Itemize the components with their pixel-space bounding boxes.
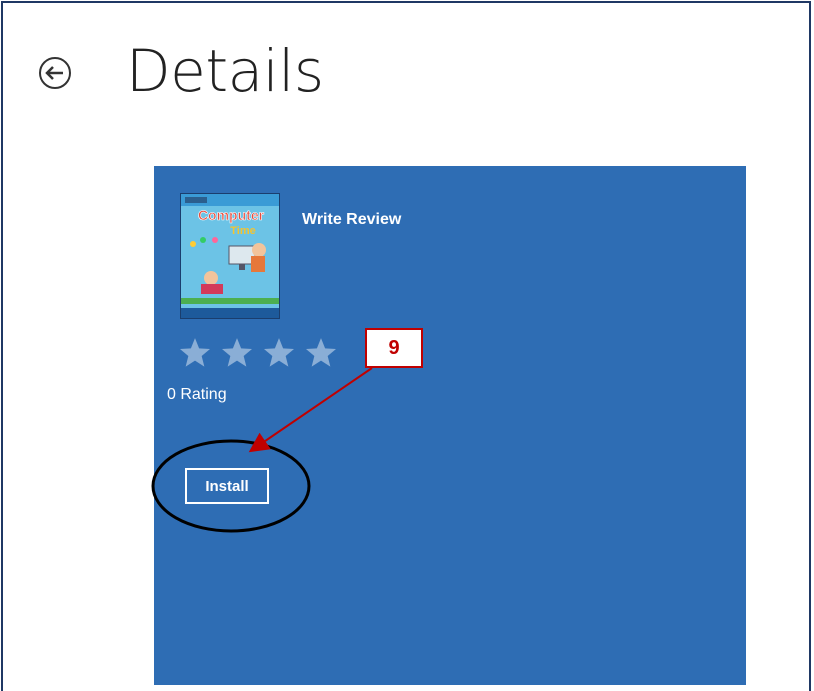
app-details-panel: Computer Time Write Review 0 Rating Inst… [154,166,746,685]
cover-title-top: Computer [198,207,265,223]
star-icon[interactable] [178,336,212,370]
rating-stars[interactable] [178,336,338,370]
arrow-left-circle-icon [39,57,71,89]
back-button[interactable] [38,56,72,90]
install-button[interactable]: Install [185,468,269,504]
star-icon[interactable] [220,336,254,370]
cover-title-bottom: Time [230,225,255,237]
step-number-callout: 9 [365,328,423,368]
star-icon[interactable] [262,336,296,370]
star-icon[interactable] [304,336,338,370]
write-review-link[interactable]: Write Review [302,211,401,229]
page-title: Details [126,37,324,105]
rating-count: 0 Rating [167,386,227,403]
book-cover-image: Computer Time [180,193,280,319]
